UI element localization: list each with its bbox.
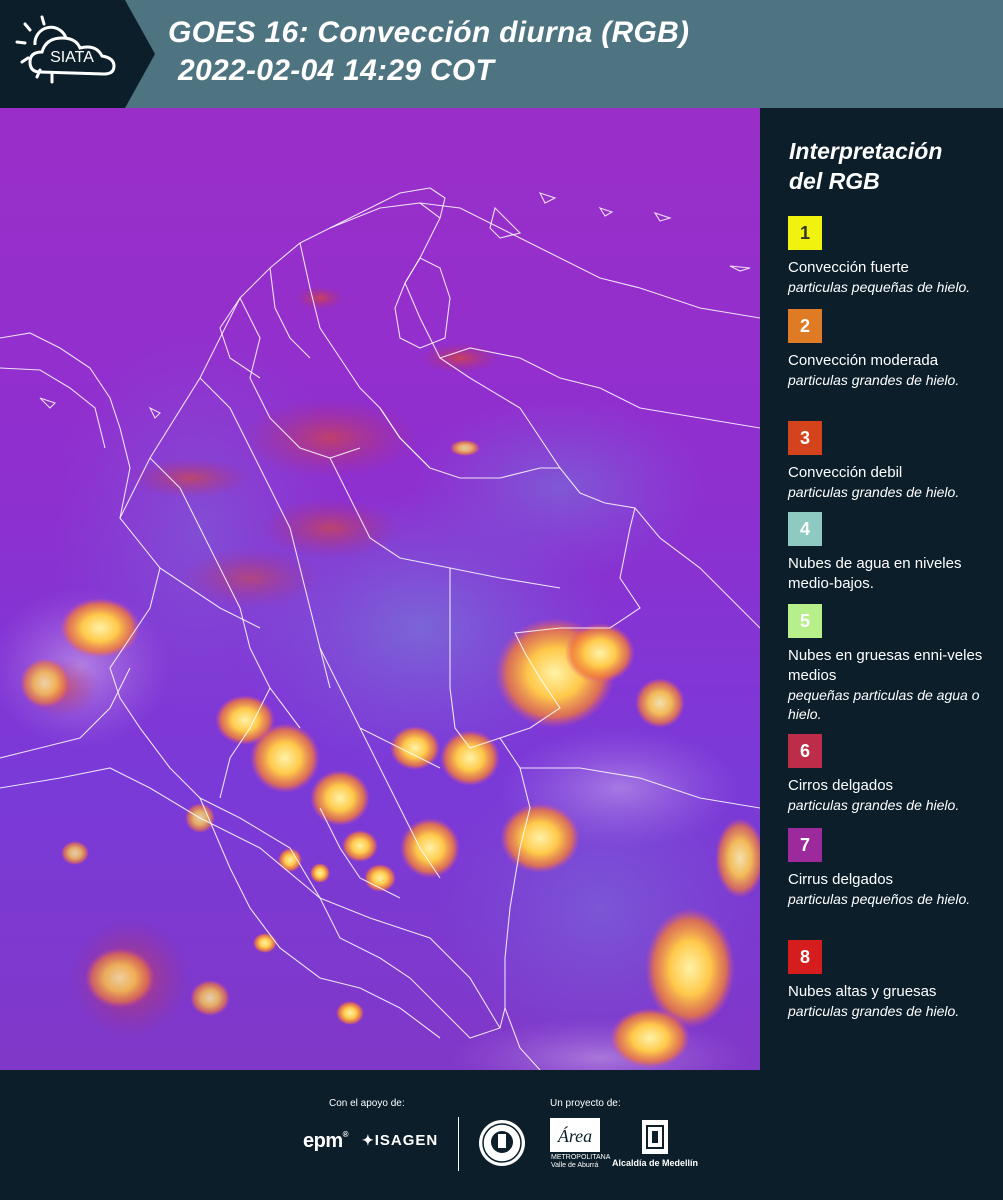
- footer-divider: [458, 1117, 459, 1171]
- legend-item-desc: particulas grandes de hielo.: [788, 372, 960, 388]
- area-label: METROPOLITANA Valle de Aburrá: [551, 1154, 610, 1170]
- legend-item-desc: particulas pequeñas de hielo.: [788, 279, 971, 295]
- legend-item-3: 3 Convección debil particulas grandes de…: [788, 421, 998, 502]
- area-label-line3: Valle de Aburrá: [551, 1162, 599, 1169]
- legend-item-5: 5 Nubes en gruesas enni-veles medios peq…: [788, 604, 998, 724]
- legend-item-4: 4 Nubes de agua en niveles medio-bajos.: [788, 512, 998, 594]
- legend-swatch-4: 4: [788, 512, 822, 546]
- seal-logo: [477, 1118, 527, 1168]
- footer: Con el apoyo de: Un proyecto de: epm® ✦I…: [0, 1070, 1003, 1200]
- legend-swatch-8: 8: [788, 940, 822, 974]
- legend-item-title: Nubes en gruesas enni-veles medios: [788, 647, 983, 684]
- legend-item-title: Cirros delgados: [788, 777, 894, 794]
- support-label: Con el apoyo de:: [329, 1098, 405, 1109]
- legend-swatch-7: 7: [788, 828, 822, 862]
- medellin-label: Alcaldía de Medellín: [612, 1158, 699, 1168]
- isagen-logo: ✦ISAGEN: [362, 1132, 438, 1149]
- legend-item-6: 6 Cirros delgados particulas grandes de …: [788, 734, 998, 815]
- legend-item-title: Convección debil: [788, 464, 903, 481]
- legend-item-desc: particulas grandes de hielo.: [788, 1003, 960, 1019]
- legend-item-title: Cirrus delgados: [788, 871, 894, 888]
- legend-item-title: Nubes de agua en niveles medio-bajos.: [788, 555, 962, 592]
- legend-swatch-5: 5: [788, 604, 822, 638]
- isagen-text: ISAGEN: [374, 1132, 439, 1149]
- legend-item-title: Nubes altas y gruesas: [788, 983, 937, 1000]
- legend-item-8: 8 Nubes altas y gruesas particulas grand…: [788, 940, 998, 1021]
- legend-item-desc: particulas grandes de hielo.: [788, 484, 960, 500]
- legend-swatch-2: 2: [788, 309, 822, 343]
- legend-title-line1: Interpretación: [789, 138, 943, 164]
- legend-title-line2: del RGB: [789, 168, 880, 194]
- title-line1: GOES 16: Convección diurna (RGB): [168, 16, 690, 49]
- legend-item-7: 7 Cirrus delgados particulas pequeños de…: [788, 828, 998, 909]
- legend-item-desc: particulas grandes de hielo.: [788, 797, 960, 813]
- legend-item-2: 2 Convección moderada particulas grandes…: [788, 309, 998, 390]
- title-line2: 2022-02-04 14:29 COT: [178, 54, 495, 87]
- legend-title: Interpretación del RGB: [789, 136, 942, 196]
- legend-item-desc: particulas pequeños de hielo.: [788, 891, 971, 907]
- isagen-star-icon: ✦: [362, 1132, 375, 1148]
- legend-swatch-1: 1: [788, 216, 822, 250]
- project-label: Un proyecto de:: [550, 1098, 621, 1109]
- alcaldia-medellin-logo: [640, 1118, 670, 1156]
- legend-item-1: 1 Convección fuerte particulas pequeñas …: [788, 216, 998, 297]
- legend-panel: Interpretación del RGB 1 Convección fuer…: [760, 108, 1003, 1070]
- epm-logo: epm®: [303, 1130, 349, 1152]
- legend-item-title: Convección fuerte: [788, 259, 909, 276]
- area-label-line2: METROPOLITANA: [551, 1154, 611, 1161]
- epm-text: epm: [303, 1130, 343, 1152]
- header-bar: SIATA GOES 16: Convección diurna (RGB) 2…: [0, 0, 1003, 108]
- area-logo-text: Área: [557, 1125, 592, 1146]
- legend-swatch-6: 6: [788, 734, 822, 768]
- legend-item-desc: pequeñas particulas de agua o hielo.: [788, 687, 980, 722]
- legend-swatch-3: 3: [788, 421, 822, 455]
- page-title: GOES 16: Convección diurna (RGB) 2022-02…: [168, 14, 689, 90]
- legend-item-title: Convección moderada: [788, 352, 939, 369]
- siata-logo: SIATA: [0, 0, 155, 108]
- logo-text: SIATA: [50, 49, 94, 66]
- satellite-map: [0, 108, 760, 1070]
